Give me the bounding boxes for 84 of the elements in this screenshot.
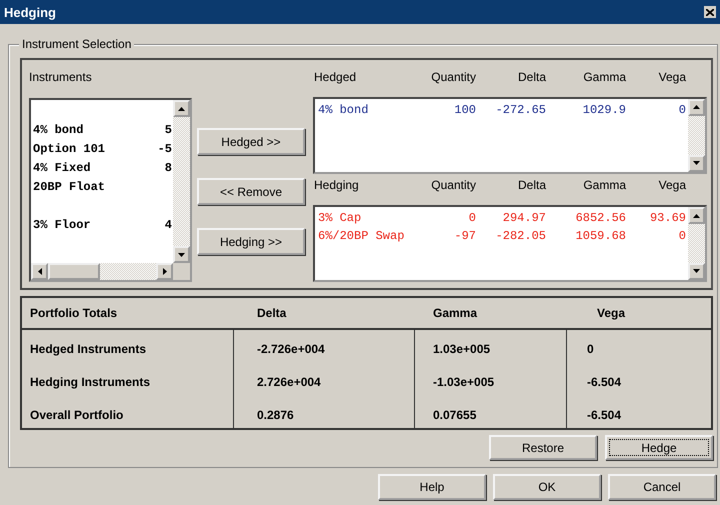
row-header: Hedging Instruments	[29, 374, 152, 388]
scroll-down-button[interactable]	[688, 154, 705, 172]
table-cell-text: 2.726e+004	[256, 374, 322, 388]
column-header: Vega	[658, 70, 686, 86]
table-cell-text: 1.03e+005	[432, 342, 492, 356]
dialog-button[interactable]: Help	[378, 474, 486, 500]
transfer-button[interactable]: Hedging >>	[197, 228, 305, 255]
table-cell-text: 0.2876	[256, 408, 295, 422]
column-header: Hedging	[314, 178, 360, 194]
hedged-list[interactable]: 4% bond 100 -272.65 1029.9 0	[313, 96, 707, 174]
list-cell: -5	[158, 142, 173, 156]
list-cell-text: 0	[678, 229, 686, 244]
list-cell-text: 0	[468, 211, 476, 226]
list-cell-text: 4% bond	[317, 102, 370, 117]
table-cell-text: -6.504	[586, 374, 622, 388]
list-label: Instruments	[29, 70, 93, 86]
column-header: Vega	[596, 306, 626, 320]
right-arrow-icon	[162, 268, 166, 275]
list-cell-text: 93.69	[648, 211, 686, 226]
column-header: Quantity	[430, 178, 476, 194]
list-cell: 5	[164, 122, 173, 136]
transfer-button[interactable]: Hedged >>	[197, 128, 305, 155]
down-arrow-icon	[693, 161, 700, 166]
list-cell-text: -97	[453, 229, 476, 244]
column-header: Delta	[516, 178, 546, 194]
window-title: Hedging	[4, 4, 56, 20]
down-arrow-icon	[178, 252, 185, 256]
scroll-right-button[interactable]	[156, 263, 173, 280]
list-item[interactable]: 4% Fixed	[33, 160, 91, 174]
scroll-up-button[interactable]	[688, 98, 705, 116]
column-header: Gamma	[432, 306, 478, 320]
column-header: Vega	[658, 178, 686, 194]
close-button[interactable]	[704, 6, 716, 18]
scroll-up-button[interactable]	[688, 207, 705, 224]
table-cell-text: 0	[586, 342, 595, 356]
table-cell-text: -6.504	[586, 408, 622, 422]
row-header: Hedged Instruments	[29, 342, 148, 356]
list-cell-text: 6%/20BP Swap	[317, 229, 406, 244]
list-cell-text: -282.05	[494, 229, 546, 244]
table-cell-text: 0.07655	[432, 408, 478, 422]
scroll-left-button[interactable]	[31, 263, 48, 280]
list-item[interactable]: 20BP Float	[33, 180, 106, 194]
action-button[interactable]: Restore	[489, 435, 597, 460]
dialog-button[interactable]: Cancel	[608, 474, 716, 500]
hedging-list[interactable]: 3% Cap 0 294.97 6852.56 93.69 6%/20BP Swap -97 -282.05 1059.68 0	[313, 205, 707, 282]
scrollbar-corner	[173, 263, 190, 280]
list-cell-text: 294.97	[502, 211, 546, 226]
scroll-down-button[interactable]	[173, 246, 190, 263]
action-button[interactable]: Hedge	[605, 435, 713, 460]
scroll-thumb[interactable]	[48, 263, 100, 280]
transfer-button[interactable]: << Remove	[197, 178, 305, 205]
table-cell-text: -2.726e+004	[256, 342, 326, 356]
list-cell-text: 1059.68	[574, 229, 626, 244]
list-cell: 4	[164, 218, 173, 232]
list-item[interactable]: Option 101	[33, 142, 106, 156]
dialog-button[interactable]: OK	[493, 474, 601, 500]
up-arrow-icon	[693, 214, 700, 218]
column-header: Quantity	[430, 70, 476, 86]
list-cell-text: 3% Cap	[317, 211, 362, 226]
column-header: Delta	[516, 70, 546, 86]
column-header: Gamma	[582, 70, 626, 86]
list-cell-text: 6852.56	[574, 211, 626, 226]
list-item[interactable]: 3% Floor	[33, 218, 91, 232]
column-header: Delta	[256, 306, 288, 320]
list-cell: 8	[164, 160, 173, 174]
close-icon	[706, 8, 714, 16]
up-arrow-icon	[178, 106, 185, 110]
list-cell-text: 100	[453, 102, 476, 117]
list-cell-text: -272.65	[494, 102, 546, 117]
scroll-up-button[interactable]	[173, 100, 190, 117]
group-title: Instrument Selection	[19, 37, 134, 51]
column-header: Gamma	[582, 178, 626, 194]
up-arrow-icon	[693, 105, 700, 110]
row-header: Overall Portfolio	[29, 408, 124, 422]
table-cell-text: -1.03e+005	[432, 374, 496, 388]
instruments-list[interactable]: 4% bond 5 Option 101 -5 4% Fixed 8 20BP Float 3% Floor 4	[29, 98, 192, 282]
column-header: Portfolio Totals	[29, 306, 118, 320]
list-item[interactable]: 4% bond	[33, 122, 84, 136]
column-header: Hedged	[314, 70, 358, 86]
list-cell-text: 1029.9	[582, 102, 626, 117]
down-arrow-icon	[693, 269, 700, 274]
left-arrow-icon	[38, 268, 42, 275]
scroll-down-button[interactable]	[688, 262, 705, 280]
list-cell-text: 0	[678, 102, 686, 117]
